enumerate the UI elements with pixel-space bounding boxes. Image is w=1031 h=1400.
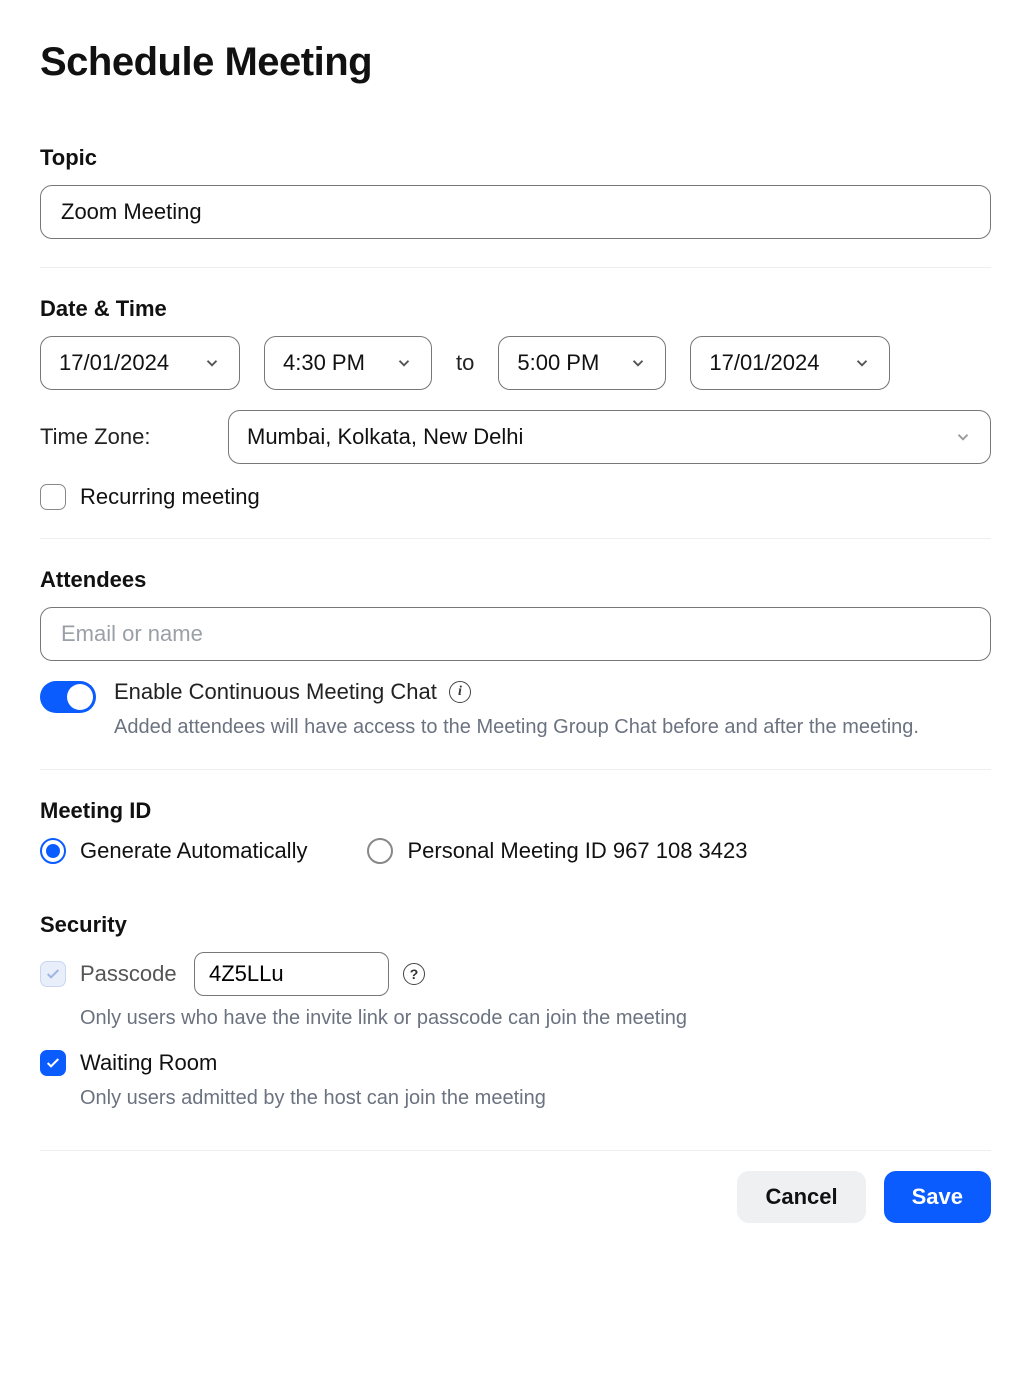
meeting-id-personal-label: Personal Meeting ID 967 108 3423 — [407, 838, 747, 864]
chevron-down-icon — [954, 428, 972, 446]
start-time-select[interactable]: 4:30 PM — [264, 336, 432, 390]
to-separator: to — [456, 350, 474, 376]
recurring-label: Recurring meeting — [80, 484, 260, 510]
meeting-id-label: Meeting ID — [40, 798, 991, 824]
info-icon[interactable]: i — [449, 681, 471, 703]
timezone-label: Time Zone: — [40, 424, 200, 450]
meeting-id-auto-option[interactable]: Generate Automatically — [40, 838, 307, 864]
radio-unselected-icon — [367, 838, 393, 864]
start-time-value: 4:30 PM — [283, 350, 365, 376]
end-time-select[interactable]: 5:00 PM — [498, 336, 666, 390]
meeting-id-auto-label: Generate Automatically — [80, 838, 307, 864]
chevron-down-icon — [629, 354, 647, 372]
save-button[interactable]: Save — [884, 1171, 991, 1223]
chevron-down-icon — [203, 354, 221, 372]
end-date-value: 17/01/2024 — [709, 350, 819, 376]
footer: Cancel Save — [40, 1150, 991, 1223]
security-section: Security Passcode ? Only users who have … — [40, 902, 991, 1140]
chevron-down-icon — [853, 354, 871, 372]
end-date-select[interactable]: 17/01/2024 — [690, 336, 890, 390]
datetime-label: Date & Time — [40, 296, 991, 322]
help-icon[interactable]: ? — [403, 963, 425, 985]
continuous-chat-toggle[interactable] — [40, 681, 96, 713]
meeting-id-personal-option[interactable]: Personal Meeting ID 967 108 3423 — [367, 838, 747, 864]
start-date-value: 17/01/2024 — [59, 350, 169, 376]
topic-section: Topic — [40, 145, 991, 268]
start-date-select[interactable]: 17/01/2024 — [40, 336, 240, 390]
passcode-sub: Only users who have the invite link or p… — [80, 1004, 991, 1032]
attendees-label: Attendees — [40, 567, 991, 593]
topic-input[interactable] — [40, 185, 991, 239]
check-icon — [45, 1055, 61, 1071]
attendees-input[interactable] — [40, 607, 991, 661]
radio-selected-icon — [40, 838, 66, 864]
timezone-value: Mumbai, Kolkata, New Delhi — [247, 424, 523, 450]
end-time-value: 5:00 PM — [517, 350, 599, 376]
attendees-section: Attendees Enable Continuous Meeting Chat… — [40, 567, 991, 770]
waiting-room-label: Waiting Room — [80, 1050, 217, 1076]
passcode-checkbox[interactable] — [40, 961, 66, 987]
security-label: Security — [40, 912, 991, 938]
cancel-button[interactable]: Cancel — [737, 1171, 865, 1223]
page-title: Schedule Meeting — [40, 40, 991, 85]
waiting-room-sub: Only users admitted by the host can join… — [80, 1084, 991, 1112]
continuous-chat-title: Enable Continuous Meeting Chat — [114, 679, 437, 705]
chevron-down-icon — [395, 354, 413, 372]
passcode-label: Passcode — [80, 961, 180, 987]
datetime-section: Date & Time 17/01/2024 4:30 PM to 5:00 P… — [40, 296, 991, 539]
waiting-room-checkbox[interactable] — [40, 1050, 66, 1076]
toggle-knob — [67, 684, 93, 710]
check-icon — [45, 966, 61, 982]
continuous-chat-sub: Added attendees will have access to the … — [114, 713, 991, 741]
topic-label: Topic — [40, 145, 991, 171]
meeting-id-section: Meeting ID Generate Automatically Person… — [40, 798, 991, 892]
passcode-input[interactable] — [194, 952, 389, 996]
timezone-select[interactable]: Mumbai, Kolkata, New Delhi — [228, 410, 991, 464]
recurring-checkbox[interactable] — [40, 484, 66, 510]
